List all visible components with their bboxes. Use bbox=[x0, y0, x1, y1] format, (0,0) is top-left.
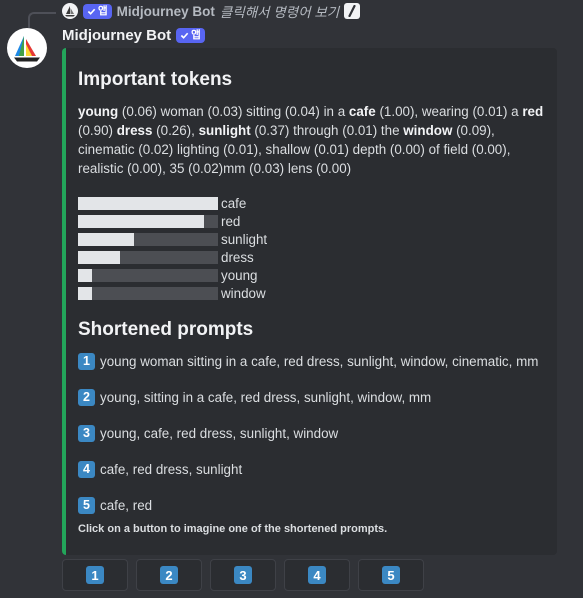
token-bar-fill bbox=[78, 269, 92, 282]
token-bar-label: sunlight bbox=[221, 232, 268, 247]
shortened-prompts-list: 1 young woman sitting in a cafe, red dres… bbox=[78, 351, 538, 531]
token-bar-track bbox=[78, 251, 218, 264]
shortened-prompt-item: 2 young, sitting in a cafe, red dress, su… bbox=[78, 387, 538, 407]
app-badge-label: 앱 bbox=[98, 4, 108, 17]
token-weights-description: young (0.06) woman (0.03) sitting (0.04)… bbox=[78, 102, 546, 178]
token-bar-red: red bbox=[78, 213, 378, 231]
important-token: sunlight bbox=[198, 123, 251, 138]
token-bar-fill bbox=[78, 233, 134, 246]
shortened-prompt-item: 1 young woman sitting in a cafe, red dres… bbox=[78, 351, 538, 371]
prompt-button-4[interactable]: 4 bbox=[284, 559, 350, 591]
embed-card: Important tokens young (0.06) woman (0.0… bbox=[62, 48, 557, 555]
important-token: young bbox=[78, 104, 119, 119]
slash-command-icon[interactable] bbox=[344, 3, 361, 19]
token-bar-track bbox=[78, 197, 218, 210]
token-bar-track bbox=[78, 287, 218, 300]
bot-avatar[interactable] bbox=[7, 28, 47, 68]
token-bar-fill bbox=[78, 287, 92, 300]
keycap-number-icon: 4 bbox=[78, 460, 95, 478]
important-token: window bbox=[403, 123, 453, 138]
prompt-button-1[interactable]: 1 bbox=[62, 559, 128, 591]
author-name[interactable]: Midjourney Bot bbox=[62, 27, 171, 44]
token-bar-chart: cafe red sunlight dress young window bbox=[78, 195, 378, 303]
token-bar-fill bbox=[78, 215, 204, 228]
shortened-prompt-item: 3 young, cafe, red dress, sunlight, windo… bbox=[78, 423, 538, 443]
shortened-prompt-text: young, cafe, red dress, sunlight, window bbox=[100, 425, 339, 441]
token-weight-text: (1.00), wearing (0.01) a bbox=[375, 104, 523, 119]
reply-bot-name[interactable]: Midjourney Bot bbox=[117, 4, 215, 19]
prompt-button-5[interactable]: 5 bbox=[358, 559, 424, 591]
token-bar-label: cafe bbox=[221, 196, 247, 211]
shortened-prompt-text: cafe, red dress, sunlight bbox=[100, 461, 243, 477]
shortened-prompts-title: Shortened prompts bbox=[78, 319, 254, 340]
keycap-number-icon: 5 bbox=[78, 496, 95, 514]
token-bar-track bbox=[78, 269, 218, 282]
shortened-prompt-text: cafe, red bbox=[100, 497, 153, 513]
token-weight-text: (0.90) bbox=[78, 123, 117, 138]
keycap-number-icon: 2 bbox=[78, 388, 95, 406]
reply-reference[interactable]: 앱 Midjourney Bot 클릭해서 명령어 보기 bbox=[62, 1, 361, 21]
important-token: cafe bbox=[348, 104, 376, 119]
app-badge: 앱 bbox=[176, 27, 205, 43]
token-bar-label: window bbox=[221, 286, 266, 301]
prompt-button-2[interactable]: 2 bbox=[136, 559, 202, 591]
reply-command-text[interactable]: 클릭해서 명령어 보기 bbox=[220, 1, 339, 21]
token-weight-text: (0.06) woman (0.03) sitting (0.04) in a bbox=[118, 104, 349, 119]
shortened-prompt-item: 4 cafe, red dress, sunlight bbox=[78, 459, 538, 479]
token-bar-young: young bbox=[78, 267, 378, 285]
keycap-number-icon: 4 bbox=[308, 566, 326, 584]
shortened-prompt-text: young woman sitting in a cafe, red dress… bbox=[100, 353, 539, 369]
token-bar-cafe: cafe bbox=[78, 195, 378, 213]
reply-connector-line bbox=[28, 12, 56, 28]
app-badge-label: 앱 bbox=[191, 28, 201, 41]
keycap-number-icon: 1 bbox=[86, 566, 104, 584]
keycap-number-icon: 3 bbox=[234, 566, 252, 584]
token-bar-sunlight: sunlight bbox=[78, 231, 378, 249]
embed-footer: Click on a button to imagine one of the … bbox=[78, 523, 388, 535]
prompt-button-row: 1 2 3 4 5 bbox=[62, 559, 424, 591]
token-bar-label: red bbox=[221, 214, 241, 229]
important-token: red bbox=[522, 104, 544, 119]
token-bar-fill bbox=[78, 197, 218, 210]
keycap-number-icon: 3 bbox=[78, 424, 95, 442]
token-bar-label: dress bbox=[221, 250, 254, 265]
keycap-number-icon: 5 bbox=[382, 566, 400, 584]
prompt-button-3[interactable]: 3 bbox=[210, 559, 276, 591]
token-bar-label: young bbox=[221, 268, 258, 283]
token-weight-text: (0.37) through (0.01) the bbox=[250, 123, 404, 138]
token-bar-track bbox=[78, 215, 218, 228]
checkmark-icon bbox=[180, 32, 189, 39]
app-badge: 앱 bbox=[83, 3, 112, 19]
midjourney-sailboat-icon bbox=[14, 36, 40, 62]
shortened-prompt-text: young, sitting in a cafe, red dress, sun… bbox=[100, 389, 432, 405]
token-weight-text: (0.26), bbox=[152, 123, 199, 138]
message-header: Midjourney Bot 앱 bbox=[62, 24, 205, 46]
embed-title: Important tokens bbox=[78, 69, 233, 90]
token-bar-dress: dress bbox=[78, 249, 378, 267]
keycap-number-icon: 1 bbox=[78, 352, 95, 370]
keycap-number-icon: 2 bbox=[160, 566, 178, 584]
important-token: dress bbox=[116, 123, 153, 138]
reply-avatar-sailboat-icon bbox=[62, 3, 78, 19]
token-bar-window: window bbox=[78, 285, 378, 303]
shortened-prompt-item: 5 cafe, red bbox=[78, 495, 538, 515]
checkmark-icon bbox=[87, 8, 96, 15]
token-bar-fill bbox=[78, 251, 120, 264]
token-bar-track bbox=[78, 233, 218, 246]
